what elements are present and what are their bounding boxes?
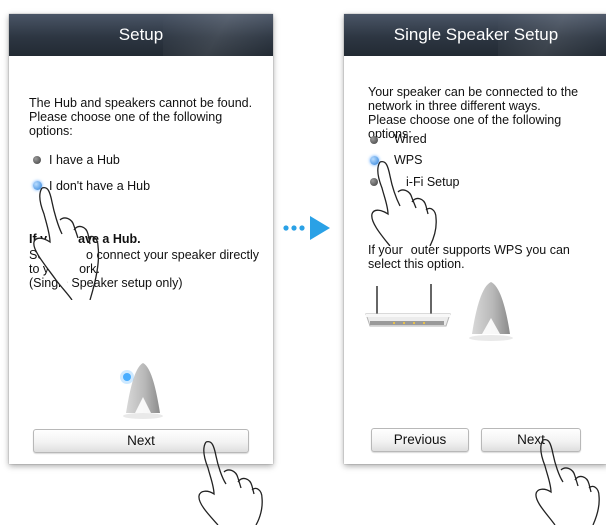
instruction-line: options:	[29, 124, 73, 138]
previous-button[interactable]: Previous	[371, 428, 469, 452]
instruction-line: The Hub and speakers cannot be found.	[29, 96, 253, 110]
speaker-icon	[120, 363, 163, 419]
title-bar: Single Speaker Setup	[344, 14, 606, 56]
hand-pointer-icon	[535, 438, 600, 525]
option-label: Wired	[394, 132, 427, 146]
wps-hint-text: If your outer supports WPS you can select…	[368, 243, 570, 271]
hand-pointer-icon	[198, 440, 263, 525]
page-title: Single Speaker Setup	[393, 25, 559, 44]
instruction-line: Please choose one of the following	[29, 110, 223, 124]
radio-button[interactable]	[370, 136, 378, 144]
page-title: Setup	[118, 25, 164, 44]
hand-pointer-icon	[371, 160, 437, 246]
previous-button-label: Previous	[393, 432, 447, 447]
info-text-part: o connect your speaker directly	[86, 248, 260, 262]
hand-pointer-icon	[33, 186, 100, 300]
arrow-right-icon	[283, 216, 330, 240]
instruction-line: Your speaker can be connected to the	[368, 85, 579, 99]
speaker-icon	[469, 282, 513, 341]
title-bar: Setup	[9, 14, 273, 56]
next-button-label: Next	[127, 433, 155, 448]
instruction-text: The Hub and speakers cannot be found. Pl…	[29, 96, 252, 138]
instruction-line: network in three different ways.	[368, 99, 541, 113]
router-icon	[365, 284, 451, 327]
option-label: I have a Hub	[49, 153, 120, 167]
hint-part: select this option.	[368, 257, 465, 271]
radio-button[interactable]	[33, 156, 41, 164]
